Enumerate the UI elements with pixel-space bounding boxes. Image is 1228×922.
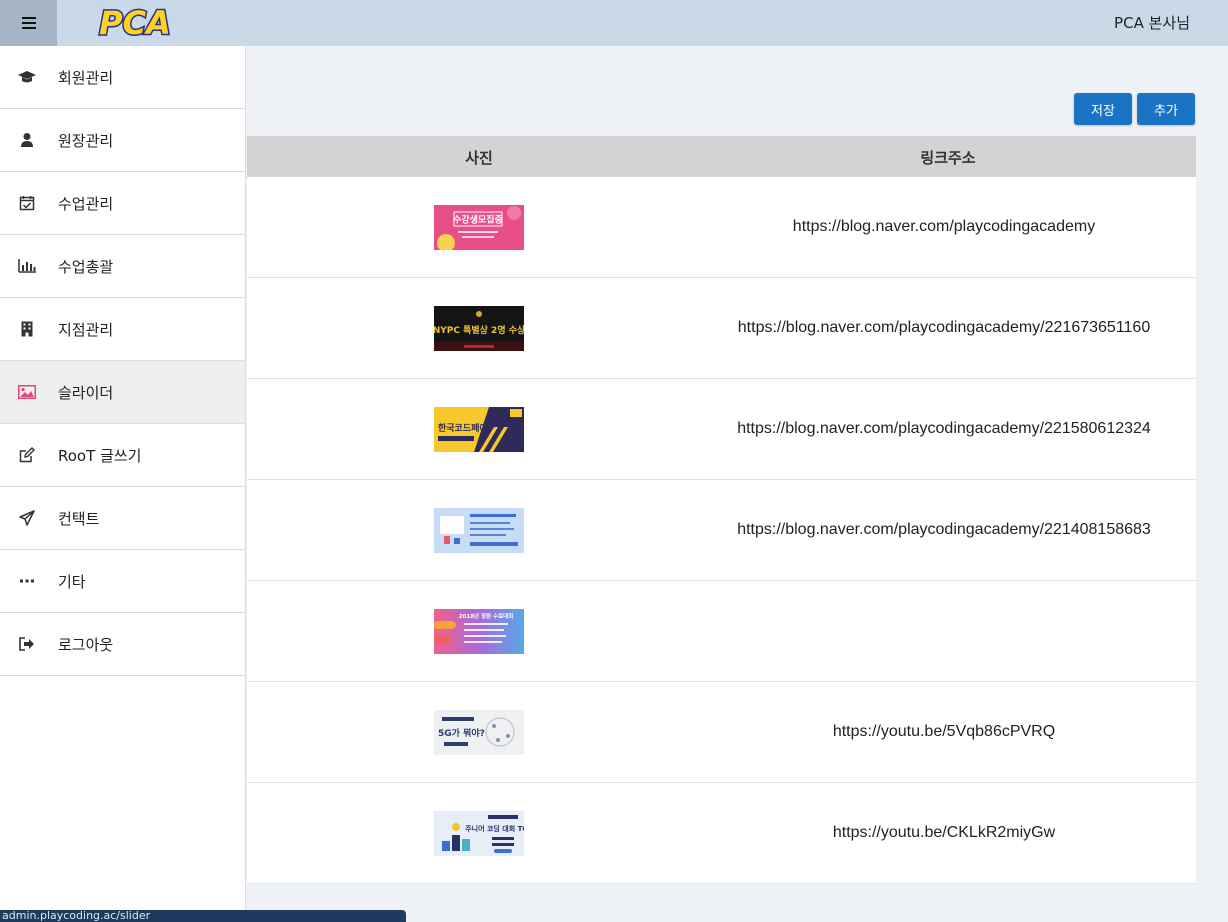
table-row[interactable]: 2018년 정원 수료대회 <box>247 581 1196 682</box>
table-row[interactable]: https://blog.naver.com/playcodingacademy… <box>247 480 1196 581</box>
hamburger-icon <box>21 17 36 29</box>
table-row[interactable]: 한국코드페어 https://blog.naver.com/playcoding… <box>247 379 1196 480</box>
slide-link[interactable]: https://youtu.be/CKLkR2miyGw <box>833 824 1055 842</box>
browser-status-bar: admin.playcoding.ac/slider <box>0 910 406 922</box>
sidebar-item-contact[interactable]: 컨택트 <box>0 487 245 550</box>
slide-thumbnail[interactable]: 한국코드페어 <box>434 407 524 452</box>
slide-link[interactable]: https://blog.naver.com/playcodingacademy <box>793 218 1095 236</box>
sidebar-item-label: 회원관리 <box>58 69 114 87</box>
thumbnail-text: 2018년 정원 수료대회 <box>459 612 514 620</box>
slide-link[interactable]: https://blog.naver.com/playcodingacademy… <box>737 521 1151 539</box>
save-button[interactable]: 저장 <box>1074 93 1132 125</box>
svg-text:PCA: PCA <box>99 4 171 42</box>
table-row[interactable]: NYPC 특별상 2명 수상 https://blog.naver.com/pl… <box>247 278 1196 379</box>
sidebar-item-classes[interactable]: 수업관리 <box>0 172 245 235</box>
sidebar-item-label: 지점관리 <box>58 321 114 339</box>
thumbnail-text: 주니어 코딩 대회 TOP 3 <box>465 824 524 833</box>
bar-chart-icon <box>17 257 37 275</box>
slide-link[interactable]: https://blog.naver.com/playcodingacademy… <box>738 319 1150 337</box>
calendar-check-icon <box>17 194 37 212</box>
sidebar-item-etc[interactable]: 기타 <box>0 550 245 613</box>
slide-thumbnail[interactable]: 2018년 정원 수료대회 <box>434 609 524 654</box>
sidebar-item-logout[interactable]: 로그아웃 <box>0 613 245 676</box>
slider-table: 사진 링크주소 수강생모집중 https://blog.naver.com/pl… <box>247 136 1196 884</box>
sidebar-item-label: 원장관리 <box>58 132 114 150</box>
user-name[interactable]: PCA 본사님 <box>1114 12 1190 33</box>
top-bar: PCA PCA 본사님 <box>0 0 1228 46</box>
slide-link[interactable]: https://blog.naver.com/playcodingacademy… <box>737 420 1151 438</box>
table-header: 사진 링크주소 <box>247 136 1196 177</box>
sidebar-item-members[interactable]: 회원관리 <box>0 46 245 109</box>
hamburger-menu-button[interactable] <box>0 0 57 46</box>
sidebar-item-branches[interactable]: 지점관리 <box>0 298 245 361</box>
ellipsis-icon <box>17 572 37 590</box>
sidebar-item-label: 수업총괄 <box>58 258 114 276</box>
graduation-cap-icon <box>17 68 37 86</box>
slide-thumbnail[interactable]: 주니어 코딩 대회 TOP 3 <box>434 811 524 856</box>
sidebar-item-label: 로그아웃 <box>58 636 114 654</box>
main-content: 저장 추가 사진 링크주소 수강생모집중 https://blog.naver.… <box>247 46 1228 922</box>
thumbnail-text: 5G가 뭐야? <box>438 727 485 739</box>
thumbnail-text: NYPC 특별상 2명 수상 <box>434 324 524 336</box>
thumbnail-text: 한국코드페어 <box>438 422 488 434</box>
sidebar-item-class-overview[interactable]: 수업총괄 <box>0 235 245 298</box>
table-row[interactable]: 주니어 코딩 대회 TOP 3 https://youtu.be/CKLkR2m… <box>247 783 1196 884</box>
edit-icon <box>17 446 37 464</box>
slide-thumbnail[interactable]: 수강생모집중 <box>434 205 524 250</box>
building-icon <box>17 320 37 338</box>
column-header-link: 링크주소 <box>920 149 976 167</box>
sidebar-item-label: 컨택트 <box>58 510 100 528</box>
sidebar-item-label: 수업관리 <box>58 195 114 213</box>
status-url: admin.playcoding.ac/slider <box>2 909 151 922</box>
sidebar: 회원관리 원장관리 수업관리 수업총괄 지점관리 슬라이더 RooT 글쓰기 컨… <box>0 46 246 922</box>
thumbnail-text: 수강생모집중 <box>453 214 503 226</box>
slide-thumbnail[interactable]: 5G가 뭐야? <box>434 710 524 755</box>
slide-thumbnail[interactable] <box>434 508 524 553</box>
table-row[interactable]: 수강생모집중 https://blog.naver.com/playcoding… <box>247 177 1196 278</box>
pca-logo[interactable]: PCA <box>92 2 178 44</box>
sidebar-item-label: 기타 <box>58 573 86 591</box>
sidebar-item-root-write[interactable]: RooT 글쓰기 <box>0 424 245 487</box>
slide-thumbnail[interactable]: NYPC 특별상 2명 수상 <box>434 306 524 351</box>
send-icon <box>17 509 37 527</box>
sidebar-item-label: RooT 글쓰기 <box>58 447 142 465</box>
table-row[interactable]: 5G가 뭐야? https://youtu.be/5Vqb86cPVRQ <box>247 682 1196 783</box>
sidebar-item-label: 슬라이더 <box>58 384 114 402</box>
sidebar-item-slider[interactable]: 슬라이더 <box>0 361 245 424</box>
add-button[interactable]: 추가 <box>1137 93 1195 125</box>
slide-link[interactable]: https://youtu.be/5Vqb86cPVRQ <box>833 723 1055 741</box>
user-icon <box>17 131 37 149</box>
column-header-photo: 사진 <box>465 149 493 167</box>
image-icon <box>17 383 37 401</box>
sidebar-item-directors[interactable]: 원장관리 <box>0 109 245 172</box>
sign-out-icon <box>17 635 37 653</box>
